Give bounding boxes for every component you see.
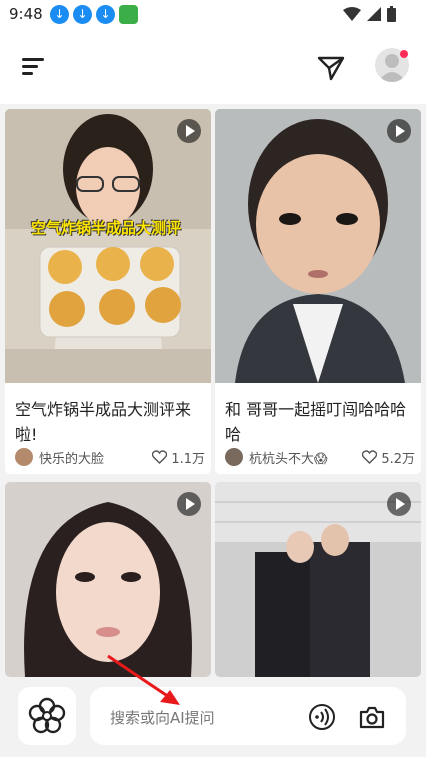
video-thumbnail [5,109,211,383]
notification-badge [400,50,408,58]
card-meta: 杭杭头不大😱 5.2万 [225,446,415,468]
author-avatar[interactable] [15,448,33,466]
status-time: 9:48 [9,5,43,23]
battery-icon [387,6,396,22]
menu-icon[interactable] [18,54,48,80]
feed-card-2[interactable]: 和 哥哥一起摇叮闯哈哈哈哈 杭杭头不大😱 5.2万 [215,109,421,474]
paper-plane-icon[interactable] [316,54,346,82]
heart-icon[interactable] [152,450,168,464]
like-group[interactable]: 1.1万 [152,448,205,467]
play-icon [387,119,411,143]
heart-icon[interactable] [362,450,378,464]
download-icon: ↓ [50,5,69,24]
download-icon: ↓ [73,5,92,24]
camera-icon[interactable] [358,703,386,731]
search-input[interactable]: 搜索或向AI提问 [110,707,215,728]
play-icon [177,492,201,516]
play-icon [387,492,411,516]
author-avatar[interactable] [225,448,243,466]
status-bar: 9:48 ↓ ↓ ↓ [0,0,426,30]
feed-card-1[interactable]: 空气炸锅半成品大测评 空气炸锅半成品大测评来啦! 快乐的大脸 1.1万 [5,109,211,474]
card-title: 空气炸锅半成品大测评来啦! [15,400,192,444]
signal-icon [367,7,381,21]
search-bar[interactable]: 搜索或向AI提问 [90,687,406,745]
play-icon [177,119,201,143]
system-icons [343,6,396,22]
like-count: 5.2万 [381,451,415,467]
like-group[interactable]: 5.2万 [362,448,415,467]
top-bar [0,30,426,104]
feed-card-4[interactable] [215,482,421,677]
app-notification-icon [119,5,138,24]
card-meta: 快乐的大脸 1.1万 [15,446,205,468]
voice-icon[interactable] [308,703,336,731]
card-title: 和 哥哥一起摇叮闯哈哈哈哈 [225,400,407,444]
wifi-icon [343,7,361,21]
flower-icon[interactable] [18,687,76,745]
like-count: 1.1万 [171,451,205,467]
ai-assistant-button[interactable] [18,687,76,745]
video-thumbnail [215,109,421,383]
download-icon: ↓ [96,5,115,24]
video-overlay-caption: 空气炸锅半成品大测评 [31,219,182,237]
status-notification-icons: ↓ ↓ ↓ [50,5,138,24]
bottom-bar: 搜索或向AI提问 [0,677,426,757]
feed-card-3[interactable] [5,482,211,677]
author-name[interactable]: 杭杭头不大😱 [249,448,362,467]
author-name[interactable]: 快乐的大脸 [39,448,152,467]
